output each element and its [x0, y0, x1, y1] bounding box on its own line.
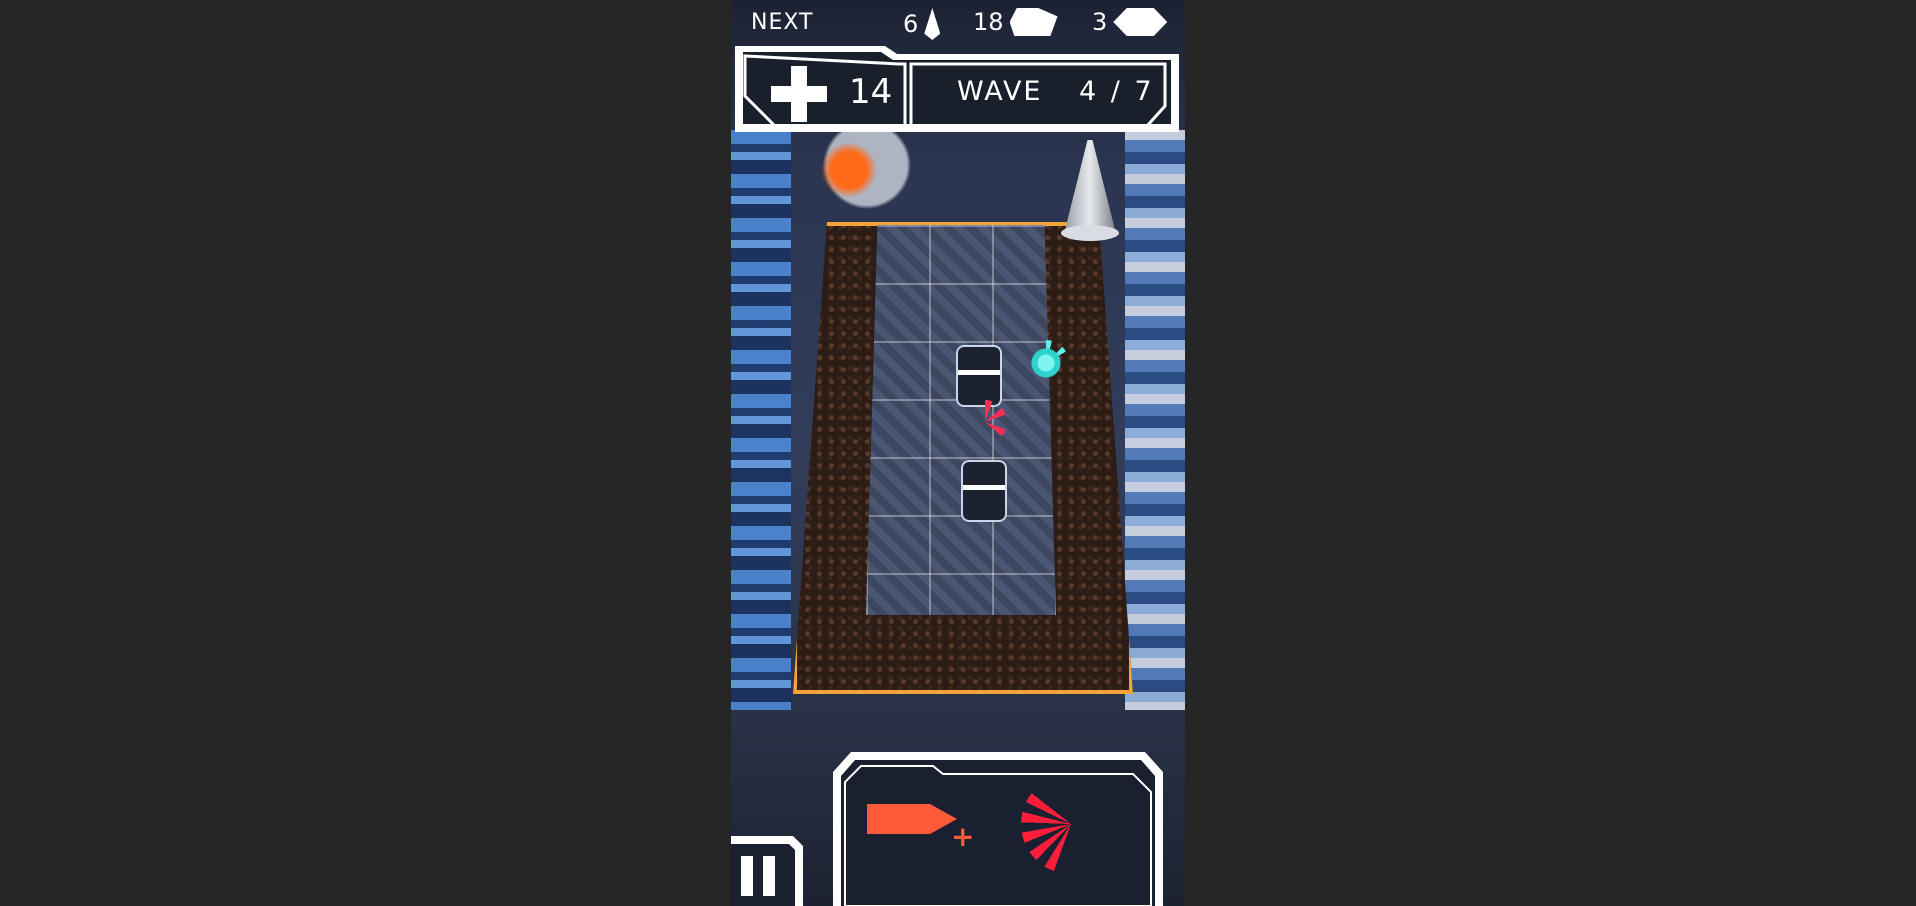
resource-spike: 6 — [903, 8, 941, 40]
lava-rock-enemy — [801, 120, 921, 220]
resource-hex-value: 3 — [1092, 8, 1108, 36]
health-value: 14 — [849, 72, 893, 112]
spike-icon — [924, 8, 941, 40]
health-icon — [771, 66, 827, 122]
ability-panel: + — [833, 752, 1163, 906]
cyan-turret[interactable] — [1023, 340, 1069, 386]
game-viewport[interactable]: NEXT 6 18 3 14 WAVE 4 / 7 + — [731, 0, 1185, 906]
cubes-icon — [1009, 8, 1058, 36]
pause-icon-bar-right — [763, 856, 775, 896]
resource-cubes-value: 18 — [973, 8, 1004, 36]
game-board[interactable] — [761, 120, 1155, 708]
turret-robot-1[interactable] — [956, 345, 1002, 407]
beacon-tower-base — [1061, 225, 1119, 241]
burst-icon[interactable] — [1021, 774, 1121, 874]
plus-icon: + — [951, 820, 975, 853]
pause-button[interactable] — [731, 836, 803, 906]
turret-robot-2[interactable] — [961, 460, 1007, 522]
wave-value: 4 / 7 — [1079, 76, 1155, 107]
pause-icon-bar-left — [741, 856, 753, 896]
resource-hex: 3 — [1092, 8, 1168, 36]
status-panel: 14 WAVE 4 / 7 — [735, 46, 1179, 132]
hex-chip-icon — [1113, 8, 1168, 36]
placement-grid[interactable] — [866, 225, 1056, 615]
resource-cubes: 18 — [973, 8, 1058, 36]
next-label: NEXT — [751, 10, 814, 35]
red-burst-turret[interactable] — [963, 400, 1007, 444]
wave-label: WAVE — [957, 76, 1043, 107]
resource-spike-value: 6 — [903, 10, 919, 38]
